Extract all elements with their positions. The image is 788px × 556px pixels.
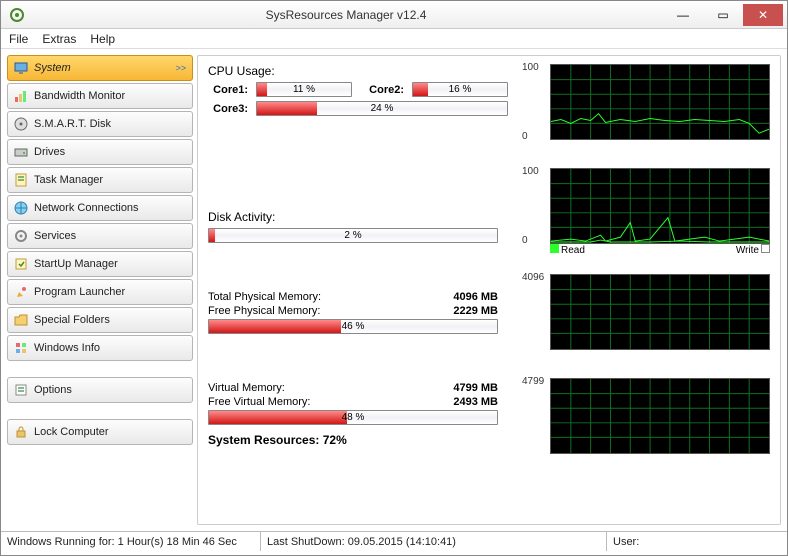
sidebar-item-bandwidth[interactable]: Bandwidth Monitor <box>7 83 193 109</box>
windows-icon <box>14 341 28 355</box>
core1-label: Core1: <box>208 84 248 96</box>
disk-graph-ymin: 0 <box>522 235 528 246</box>
sidebar-item-label: S.M.A.R.T. Disk <box>34 118 111 130</box>
menubar: File Extras Help <box>1 29 787 49</box>
sidebar-item-services[interactable]: Services <box>7 223 193 249</box>
sidebar-item-label: Program Launcher <box>34 286 125 298</box>
cpu-graph-ymax: 100 <box>522 62 539 73</box>
disk-graph <box>550 168 770 244</box>
status-user: User: <box>607 532 787 551</box>
window-title: SysResources Manager v12.4 <box>29 8 663 22</box>
sidebar-item-label: Task Manager <box>34 174 103 186</box>
sidebar-item-label: Bandwidth Monitor <box>34 90 125 102</box>
disk-bar: 2 % <box>208 228 498 243</box>
core3-label: Core3: <box>208 103 248 115</box>
disk-icon <box>14 117 28 131</box>
virtmem-graph-ymax: 4799 <box>522 376 544 387</box>
status-running: Windows Running for: 1 Hour(s) 18 Min 46… <box>1 532 261 551</box>
chevron-right-icon: >> <box>175 63 186 73</box>
legend-read: Read <box>561 245 585 256</box>
task-icon <box>14 173 28 187</box>
sidebar-item-label: Drives <box>34 146 65 158</box>
lock-icon <box>14 425 28 439</box>
sidebar-item-label: Special Folders <box>34 314 110 326</box>
virtmem-total-label: Virtual Memory: <box>208 382 285 394</box>
status-shutdown: Last ShutDown: 09.05.2015 (14:10:41) <box>261 532 607 551</box>
physmem-free-value: 2229 MB <box>453 305 498 317</box>
virtmem-graph <box>550 378 770 454</box>
bandwidth-icon <box>14 89 28 103</box>
summary-label: System Resources: 72% <box>208 433 508 447</box>
cpu-graph-ymin: 0 <box>522 131 528 142</box>
menu-help[interactable]: Help <box>90 32 115 46</box>
sidebar-item-smart[interactable]: S.M.A.R.T. Disk <box>7 111 193 137</box>
titlebar: SysResources Manager v12.4 — ▭ ✕ <box>1 1 787 29</box>
physmem-graph-ymax: 4096 <box>522 272 544 283</box>
sidebar-item-label: System <box>34 62 71 74</box>
options-icon <box>14 383 28 397</box>
physmem-free-label: Free Physical Memory: <box>208 305 320 317</box>
sidebar-item-system[interactable]: System >> <box>7 55 193 81</box>
virtmem-free-value: 2493 MB <box>453 396 498 408</box>
cpu-title: CPU Usage: <box>208 64 508 78</box>
sidebar: System >> Bandwidth Monitor S.M.A.R.T. D… <box>7 55 193 525</box>
disk-title: Disk Activity: <box>208 210 508 224</box>
sidebar-item-options[interactable]: Options <box>7 377 193 403</box>
virtmem-total-value: 4799 MB <box>453 382 498 394</box>
physmem-bar: 46 % <box>208 319 498 334</box>
cpu-graph <box>550 64 770 140</box>
startup-icon <box>14 257 28 271</box>
legend-write: Write <box>736 245 759 256</box>
network-icon <box>14 201 28 215</box>
close-button[interactable]: ✕ <box>743 4 783 26</box>
sidebar-item-label: StartUp Manager <box>34 258 118 270</box>
drive-icon <box>14 145 28 159</box>
virtmem-bar: 48 % <box>208 410 498 425</box>
main-panel: CPU Usage: Core1: 11 % Core2: 16 % Core3… <box>197 55 781 525</box>
sidebar-item-label: Network Connections <box>34 202 139 214</box>
launcher-icon <box>14 285 28 299</box>
write-color-icon <box>761 244 770 253</box>
physmem-graph <box>550 274 770 350</box>
maximize-button[interactable]: ▭ <box>703 4 743 26</box>
read-color-icon <box>550 244 559 253</box>
sidebar-item-task-manager[interactable]: Task Manager <box>7 167 193 193</box>
sidebar-item-label: Services <box>34 230 76 242</box>
sidebar-item-label: Lock Computer <box>34 426 109 438</box>
physmem-total-value: 4096 MB <box>453 291 498 303</box>
virtmem-free-label: Free Virtual Memory: <box>208 396 311 408</box>
sidebar-item-label: Options <box>34 384 72 396</box>
sidebar-item-startup[interactable]: StartUp Manager <box>7 251 193 277</box>
sidebar-item-launcher[interactable]: Program Launcher <box>7 279 193 305</box>
sidebar-item-folders[interactable]: Special Folders <box>7 307 193 333</box>
physmem-total-label: Total Physical Memory: <box>208 291 321 303</box>
statusbar: Windows Running for: 1 Hour(s) 18 Min 46… <box>1 531 787 551</box>
sidebar-item-lock[interactable]: Lock Computer <box>7 419 193 445</box>
core2-bar: 16 % <box>412 82 508 97</box>
sidebar-item-network[interactable]: Network Connections <box>7 195 193 221</box>
sidebar-item-drives[interactable]: Drives <box>7 139 193 165</box>
sidebar-item-windows-info[interactable]: Windows Info <box>7 335 193 361</box>
core1-bar: 11 % <box>256 82 352 97</box>
menu-extras[interactable]: Extras <box>42 32 76 46</box>
sidebar-item-label: Windows Info <box>34 342 100 354</box>
core2-label: Core2: <box>364 84 404 96</box>
menu-file[interactable]: File <box>9 32 28 46</box>
app-icon <box>9 7 25 23</box>
disk-graph-ymax: 100 <box>522 166 539 177</box>
monitor-icon <box>14 61 28 75</box>
folder-icon <box>14 313 28 327</box>
core3-bar: 24 % <box>256 101 508 116</box>
gear-icon <box>14 229 28 243</box>
minimize-button[interactable]: — <box>663 4 703 26</box>
